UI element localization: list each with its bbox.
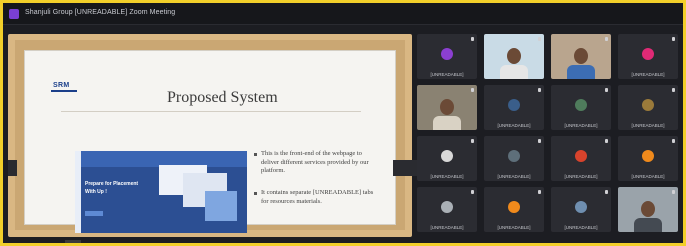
participant-avatar bbox=[508, 201, 520, 213]
participant-name: [UNREADABLE] bbox=[564, 123, 598, 128]
participant-tile[interactable]: [UNREADABLE] bbox=[417, 136, 477, 181]
muted-mic-icon bbox=[672, 139, 675, 143]
participant-tile[interactable]: [UNREADABLE] bbox=[618, 136, 678, 181]
muted-mic-icon bbox=[538, 139, 541, 143]
participant-tile[interactable] bbox=[618, 187, 678, 232]
participant-tile[interactable]: [UNREADABLE] bbox=[484, 85, 544, 130]
zoom-window: Shanjuli Group [UNREADABLE] Zoom Meeting… bbox=[3, 3, 683, 243]
participant-avatar bbox=[441, 201, 453, 213]
window-title: Shanjuli Group [UNREADABLE] Zoom Meeting bbox=[25, 9, 176, 16]
muted-mic-icon bbox=[672, 88, 675, 92]
logo-underline bbox=[51, 90, 77, 92]
slide-title: Proposed System bbox=[167, 89, 278, 106]
participant-name: [UNREADABLE] bbox=[497, 123, 531, 128]
muted-mic-icon bbox=[471, 37, 474, 41]
participant-avatar bbox=[508, 99, 520, 111]
bullet-icon bbox=[254, 192, 257, 195]
participant-tile[interactable] bbox=[417, 85, 477, 130]
participant-avatar bbox=[508, 150, 520, 162]
muted-mic-icon bbox=[605, 190, 608, 194]
participant-video-face bbox=[574, 48, 588, 64]
participant-tile[interactable]: [UNREADABLE] bbox=[551, 187, 611, 232]
logo-text: SRM bbox=[53, 82, 70, 89]
bullet-icon bbox=[254, 153, 257, 156]
screen-share-area[interactable]: SRM Proposed System Prepare for Placemen… bbox=[8, 34, 417, 243]
participant-video-face bbox=[641, 201, 655, 217]
participant-tile[interactable]: [UNREADABLE] bbox=[618, 85, 678, 130]
participant-avatar bbox=[642, 48, 654, 60]
slide-bullet: It contains separate [UNREADABLE] tabs f… bbox=[261, 189, 374, 205]
participant-avatar bbox=[441, 150, 453, 162]
participant-tile[interactable]: [UNREADABLE] bbox=[417, 187, 477, 232]
participant-tile[interactable]: [UNREADABLE] bbox=[484, 136, 544, 181]
muted-mic-icon bbox=[605, 37, 608, 41]
muted-mic-icon bbox=[672, 190, 675, 194]
webpage-sidebar bbox=[75, 151, 81, 233]
webpage-subheadline: With Up ! bbox=[85, 189, 107, 195]
participant-tile[interactable]: [UNREADABLE] bbox=[551, 85, 611, 130]
muted-mic-icon bbox=[471, 139, 474, 143]
participant-name: [UNREADABLE] bbox=[430, 174, 464, 179]
webpage-headline: Prepare for Placement bbox=[85, 181, 139, 187]
previous-slide-arrow[interactable] bbox=[8, 160, 17, 176]
participant-avatar bbox=[441, 48, 453, 60]
participant-name: [UNREADABLE] bbox=[497, 225, 531, 230]
participant-tile[interactable] bbox=[484, 34, 544, 79]
participant-avatar bbox=[575, 99, 587, 111]
participant-name: [UNREADABLE] bbox=[631, 72, 665, 77]
participant-name: [UNREADABLE] bbox=[564, 225, 598, 230]
slide-bullet: This is the front-end of the webpage to … bbox=[261, 150, 369, 174]
muted-mic-icon bbox=[538, 190, 541, 194]
webpage-cta-button bbox=[85, 211, 103, 216]
title-bar: Shanjuli Group [UNREADABLE] Zoom Meeting bbox=[3, 3, 683, 25]
participant-tile[interactable]: [UNREADABLE] bbox=[551, 136, 611, 181]
participant-avatar bbox=[575, 150, 587, 162]
muted-mic-icon bbox=[672, 37, 675, 41]
muted-mic-icon bbox=[605, 139, 608, 143]
participant-avatar bbox=[642, 150, 654, 162]
participant-tile[interactable]: [UNREADABLE] bbox=[618, 34, 678, 79]
participant-video-body bbox=[567, 65, 595, 79]
participant-name: [UNREADABLE] bbox=[497, 174, 531, 179]
presentation-slide: SRM Proposed System Prepare for Placemen… bbox=[24, 50, 396, 233]
muted-mic-icon bbox=[605, 88, 608, 92]
zoom-app-icon bbox=[9, 9, 19, 19]
participant-avatar bbox=[642, 99, 654, 111]
shared-screen: SRM Proposed System Prepare for Placemen… bbox=[15, 40, 405, 243]
participant-name: [UNREADABLE] bbox=[564, 174, 598, 179]
participant-name: [UNREADABLE] bbox=[430, 225, 464, 230]
participant-video-face bbox=[507, 48, 521, 64]
participant-video-body bbox=[634, 218, 662, 232]
participant-name: [UNREADABLE] bbox=[631, 123, 665, 128]
muted-mic-icon bbox=[538, 37, 541, 41]
muted-mic-icon bbox=[538, 88, 541, 92]
participant-video-face bbox=[440, 99, 454, 115]
participant-video-body bbox=[433, 116, 461, 130]
participant-name: [UNREADABLE] bbox=[430, 72, 464, 77]
participant-avatar bbox=[575, 201, 587, 213]
participant-name: [UNREADABLE] bbox=[631, 174, 665, 179]
next-slide-arrow[interactable] bbox=[393, 160, 417, 176]
university-logo: SRM bbox=[47, 78, 81, 98]
slide-progress-marker bbox=[65, 240, 81, 243]
participant-video-body bbox=[500, 65, 528, 79]
muted-mic-icon bbox=[471, 88, 474, 92]
webpage-screenshot: Prepare for Placement With Up ! bbox=[75, 151, 247, 233]
participant-tile[interactable]: [UNREADABLE] bbox=[484, 187, 544, 232]
webpage-illustration bbox=[205, 191, 237, 221]
muted-mic-icon bbox=[471, 190, 474, 194]
participant-tile[interactable]: [UNREADABLE] bbox=[417, 34, 477, 79]
slide-divider bbox=[61, 111, 361, 112]
participant-tile[interactable] bbox=[551, 34, 611, 79]
